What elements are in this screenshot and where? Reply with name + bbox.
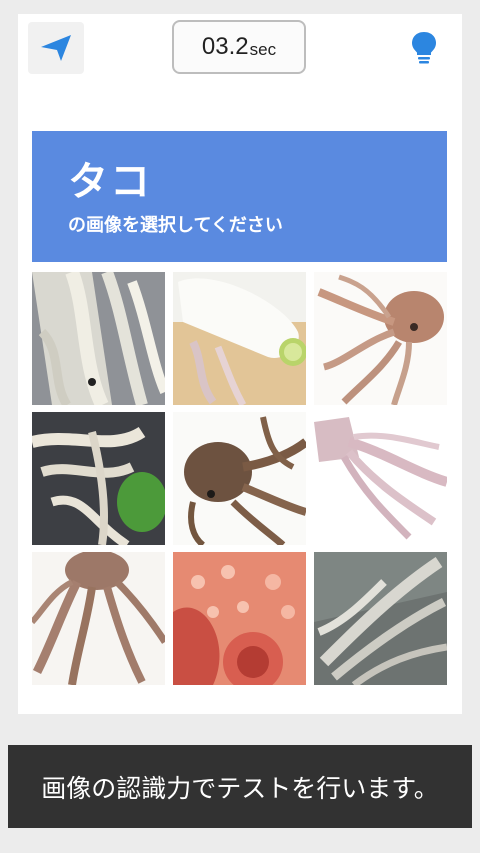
arrow-back-icon	[41, 35, 71, 61]
squid-image	[32, 272, 165, 405]
challenge-target: タコ	[68, 159, 152, 205]
image-tile-5[interactable]	[173, 412, 306, 545]
lightbulb-icon	[412, 32, 436, 64]
image-tile-7[interactable]	[32, 552, 165, 685]
hint-button[interactable]	[400, 24, 448, 72]
image-tile-3[interactable]	[314, 272, 447, 405]
timer-display: 03.2 sec	[172, 20, 306, 74]
footer-banner: 画像の認識力でテストを行います。	[8, 745, 472, 828]
squid-image	[314, 412, 447, 545]
image-tile-2[interactable]	[173, 272, 306, 405]
image-tile-4[interactable]	[32, 412, 165, 545]
squid-image	[173, 272, 306, 405]
image-tile-9[interactable]	[314, 552, 447, 685]
octopus-image	[173, 552, 306, 685]
squid-image	[314, 552, 447, 685]
octopus-image	[314, 272, 447, 405]
squid-image	[32, 412, 165, 545]
image-grid	[32, 272, 447, 685]
image-tile-1[interactable]	[32, 272, 165, 405]
back-button[interactable]	[28, 22, 84, 74]
image-tile-6[interactable]	[314, 412, 447, 545]
challenge-instruction: の画像を選択してください	[68, 215, 283, 236]
challenge-banner: タコ の画像を選択してください	[32, 131, 447, 262]
octopus-image	[173, 412, 306, 545]
image-tile-8[interactable]	[173, 552, 306, 685]
timer-value: 03.2	[201, 33, 249, 60]
timer-unit: sec	[249, 40, 277, 59]
octopus-image	[32, 552, 165, 685]
footer-message: 画像の認識力でテストを行います。	[41, 773, 439, 803]
